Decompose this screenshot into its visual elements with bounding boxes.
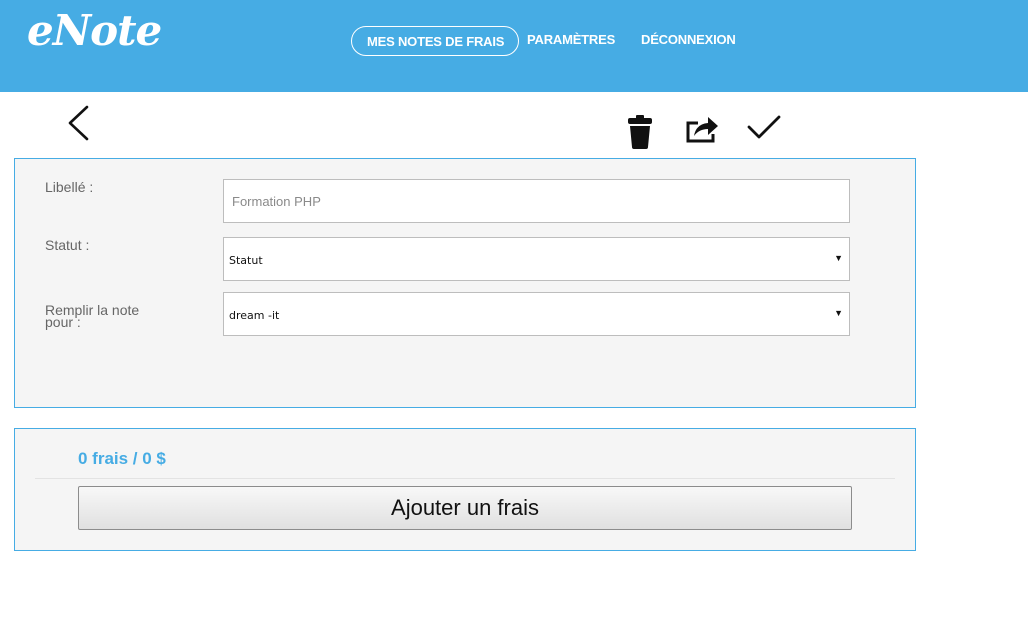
- nav-item-mes-notes-de-frais[interactable]: MES NOTES DE FRAIS: [351, 26, 520, 56]
- divider: [35, 478, 895, 479]
- remplir-label: Remplir la note pour :: [45, 303, 139, 329]
- main-nav: MES NOTES DE FRAIS PARAMÈTRES DÉCONNEXIO…: [351, 26, 736, 56]
- caret-down-icon: ▼: [834, 253, 843, 263]
- fees-panel: 0 frais / 0 $ Ajouter un frais: [14, 428, 916, 551]
- share-icon[interactable]: [684, 114, 720, 144]
- statut-selected-value: Statut: [229, 254, 263, 267]
- note-form-panel: Libellé : Statut : Statut ▼ Remplir la n…: [14, 158, 916, 408]
- add-fee-button[interactable]: Ajouter un frais: [78, 486, 852, 530]
- caret-down-icon: ▼: [834, 308, 843, 318]
- check-icon[interactable]: [746, 113, 782, 143]
- back-icon[interactable]: [64, 104, 94, 142]
- remplir-selected-value: dream -it: [229, 309, 280, 322]
- nav-item-deconnexion[interactable]: DÉCONNEXION: [641, 32, 736, 47]
- statut-select[interactable]: Statut ▼: [223, 237, 850, 281]
- trash-icon[interactable]: [627, 115, 653, 149]
- libelle-label: Libellé :: [45, 179, 94, 195]
- libelle-input[interactable]: [224, 180, 849, 222]
- fees-summary: 0 frais / 0 $: [78, 449, 166, 468]
- remplir-select[interactable]: dream -it ▼: [223, 292, 850, 336]
- top-header: eNote MES NOTES DE FRAIS PARAMÈTRES DÉCO…: [0, 0, 1028, 92]
- statut-label: Statut :: [45, 237, 90, 253]
- libelle-field[interactable]: [223, 179, 850, 223]
- app-logo[interactable]: eNote: [27, 6, 162, 55]
- nav-item-parametres[interactable]: PARAMÈTRES: [527, 32, 615, 47]
